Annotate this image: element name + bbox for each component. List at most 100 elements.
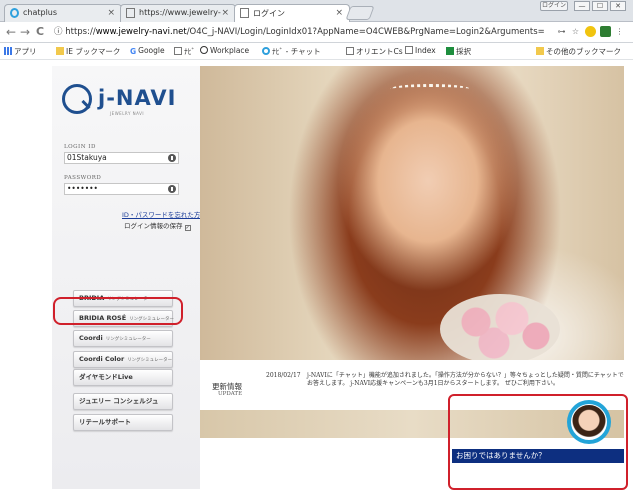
workplace-icon: [200, 46, 208, 54]
menu-sublabel: リングシミュレーター: [105, 337, 151, 342]
jnavi-logo: j-NAVI JEWELRY NAVI: [62, 84, 182, 120]
logo-text: j-NAVI: [98, 86, 177, 110]
news-date: 2018/02/17: [266, 372, 301, 379]
chatplus-icon: [262, 47, 270, 55]
login-id-value: 01Stakuya: [67, 153, 107, 162]
reload-button[interactable]: C: [36, 25, 44, 39]
bookmark-orient[interactable]: オリエントCs: [346, 46, 403, 57]
annotation-highlight-live: [53, 297, 183, 325]
key-icon: [168, 154, 176, 162]
site-info-icon[interactable]: ⓘ: [54, 27, 63, 37]
page-icon: [405, 46, 413, 54]
menu-label: Coordi Color: [79, 355, 125, 363]
password-label: PASSWORD: [64, 175, 102, 181]
chat-prompt-bar[interactable]: お困りではありませんか？: [452, 449, 624, 463]
apps-grid-icon: [4, 47, 12, 55]
menu-label: Coordi: [79, 334, 103, 342]
minimize-button[interactable]: —: [574, 1, 590, 11]
bookmark-saitaku[interactable]: 採択: [446, 46, 471, 57]
tab-chatplus[interactable]: chatplus ×: [4, 4, 122, 22]
bookmark-label: オリエントCs: [356, 47, 403, 56]
address-bar[interactable]: ⓘ https://www.jewelry-navi.net/O4C_j-NAV…: [54, 25, 554, 40]
forward-button[interactable]: →: [20, 25, 30, 39]
chat-operator-avatar[interactable]: [571, 404, 607, 440]
key-icon: [168, 185, 176, 193]
menu-label: ジュエリー コンシェルジュ: [79, 397, 159, 405]
star-icon[interactable]: ☆: [570, 26, 581, 37]
menu-diamond-live[interactable]: ダイヤモンドLive: [73, 369, 173, 386]
extension-icon[interactable]: [600, 26, 611, 37]
magnifier-logo-icon: [62, 84, 92, 114]
tab-title: chatplus: [23, 8, 58, 17]
page-icon: [240, 8, 249, 18]
back-button[interactable]: ←: [6, 25, 16, 39]
bookmark-label: ﾅﾋﾞ - チャット: [272, 47, 321, 56]
bookmark-label: Google: [138, 46, 165, 55]
menu-coordi[interactable]: Coordi リングシミュレーター: [73, 330, 173, 347]
news-text: j-NAVIに「チャット」機能が追加されました。「操作方法が分からない？」等々ち…: [307, 372, 624, 387]
bookmarks-bar: アプリ IE ブックマーク G Google ﾅﾋﾞ Workplace ﾅﾋﾞ …: [0, 43, 633, 60]
folder-icon: [56, 47, 64, 55]
save-login-label: ログイン情報の保存: [124, 222, 183, 230]
tiara-graphic: [390, 84, 470, 94]
bookmark-apps[interactable]: アプリ: [4, 46, 37, 57]
page-icon: [346, 47, 354, 55]
menu-label: リテールサポート: [79, 418, 131, 426]
close-icon[interactable]: ×: [107, 8, 115, 18]
bookmark-other[interactable]: その他のブックマーク: [536, 46, 621, 57]
forgot-password-link[interactable]: ID・パスワードを忘れた方: [122, 209, 200, 219]
extension-icon[interactable]: [585, 26, 596, 37]
menu-retail-support[interactable]: リテールサポート: [73, 414, 173, 431]
bookmark-google[interactable]: G Google: [130, 46, 165, 56]
profile-chip[interactable]: ログイン: [540, 1, 568, 11]
bookmark-label: IE ブックマーク: [66, 47, 121, 56]
page-icon: [126, 8, 135, 18]
sheets-icon: [446, 47, 454, 55]
bookmark-workplace[interactable]: Workplace: [200, 46, 249, 55]
chatplus-favicon-icon: [10, 8, 19, 18]
google-icon: G: [130, 47, 137, 56]
bookmark-label: ﾅﾋﾞ: [184, 47, 196, 56]
password-value: •••••••: [67, 184, 98, 193]
new-tab-button[interactable]: [345, 6, 375, 20]
url-host: www.jewelry-navi.net: [95, 27, 187, 37]
menu-coordi-color[interactable]: Coordi Color リングシミュレーター: [73, 351, 173, 368]
page-icon: [174, 47, 182, 55]
login-id-field[interactable]: 01Stakuya: [64, 152, 179, 164]
bookmark-navi[interactable]: ﾅﾋﾞ: [174, 46, 195, 57]
login-sidebar: j-NAVI JEWELRY NAVI LOGIN ID 01Stakuya P…: [52, 66, 200, 489]
tab-title: https://www.jewelry-: [139, 8, 221, 17]
bookmark-navi-chat[interactable]: ﾅﾋﾞ - チャット: [262, 46, 321, 57]
close-icon[interactable]: ×: [335, 8, 343, 18]
url-path: /O4C_j-NAVI/Login/LoginIdx01?AppName=O4C…: [186, 27, 545, 37]
bookmark-label: Workplace: [210, 46, 250, 55]
bookmark-label: 採択: [456, 47, 471, 56]
key-icon[interactable]: ⊶: [556, 26, 567, 37]
save-login-checkbox[interactable]: ✓: [184, 225, 191, 231]
bookmark-label: アプリ: [14, 47, 37, 56]
url-scheme: https://: [65, 27, 96, 37]
tab-jewelry[interactable]: https://www.jewelry- ×: [120, 4, 236, 22]
bookmark-ie[interactable]: IE ブックマーク: [56, 46, 120, 57]
login-id-label: LOGIN ID: [64, 144, 96, 150]
tab-title: ログイン: [253, 9, 285, 18]
close-icon[interactable]: ×: [221, 8, 229, 18]
maximize-button[interactable]: ☐: [592, 1, 608, 11]
tab-bar: chatplus × https://www.jewelry- × ログイン ×…: [0, 0, 633, 23]
save-login-option[interactable]: ログイン情報の保存 ✓: [124, 220, 191, 231]
bookmark-index[interactable]: Index: [405, 46, 436, 55]
folder-icon: [536, 47, 544, 55]
bouquet-graphic: [440, 294, 560, 360]
bookmark-label: その他のブックマーク: [546, 47, 621, 56]
menu-icon[interactable]: ⋮: [614, 26, 625, 37]
close-window-button[interactable]: ✕: [610, 1, 626, 11]
password-field[interactable]: •••••••: [64, 183, 179, 195]
hero-image-bride: [200, 66, 624, 360]
tab-login[interactable]: ログイン ×: [234, 4, 350, 23]
bookmark-label: Index: [415, 46, 436, 55]
navigation-bar: ← → C ⓘ https://www.jewelry-navi.net/O4C…: [0, 22, 633, 43]
menu-jewelry-concierge[interactable]: ジュエリー コンシェルジュ: [73, 393, 173, 410]
menu-sublabel: リングシミュレーター: [127, 358, 173, 363]
logo-subtitle: JEWELRY NAVI: [110, 111, 145, 116]
menu-label: ダイヤモンドLive: [79, 373, 133, 381]
